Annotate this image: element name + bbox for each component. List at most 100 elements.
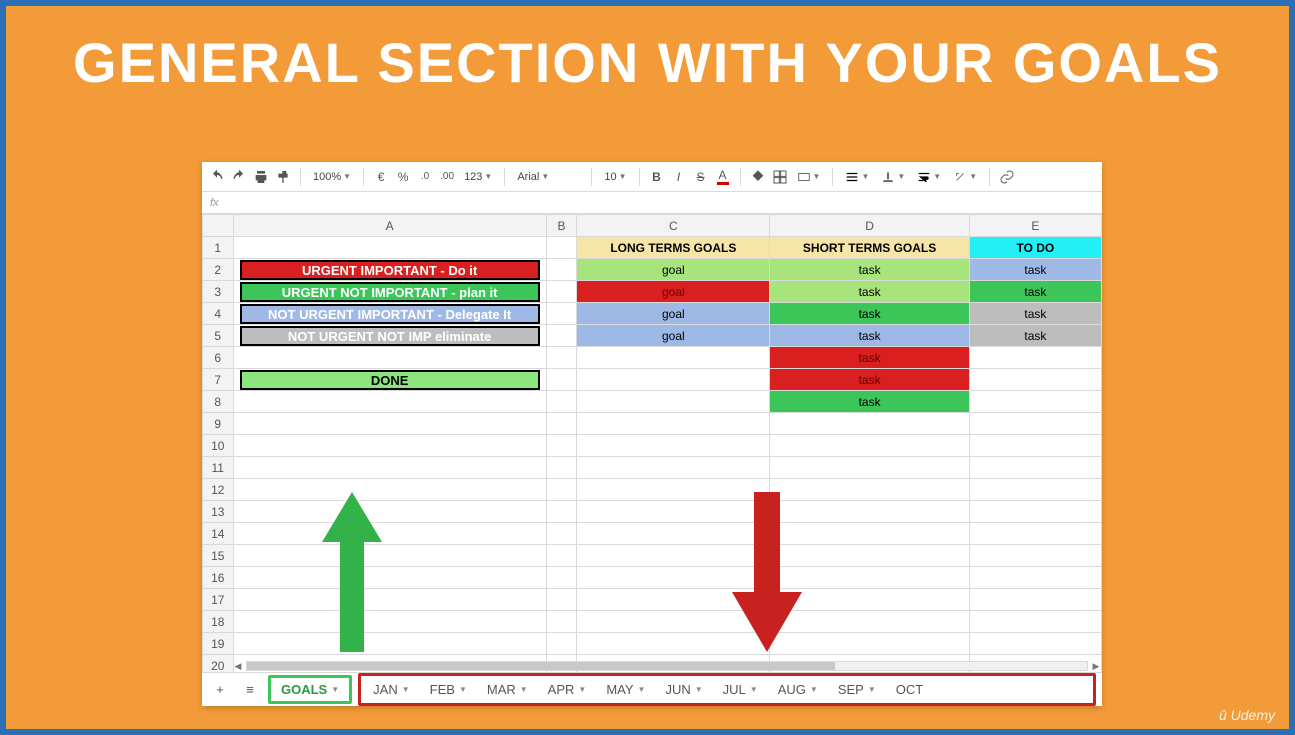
undo-icon[interactable]: [208, 168, 226, 186]
row-header[interactable]: 20: [203, 655, 234, 673]
toolbar: 100%▼ € % .0 .00 123▼ Arial▼ 10▼ B I S A…: [202, 162, 1102, 192]
zoom-dropdown[interactable]: 100%▼: [309, 171, 355, 183]
currency-icon[interactable]: €: [372, 168, 390, 186]
sheet-tab-feb[interactable]: FEB▼: [420, 678, 477, 701]
font-size-dropdown[interactable]: 10▼: [600, 171, 630, 183]
link-icon[interactable]: [998, 168, 1016, 186]
cell[interactable]: goal: [577, 303, 770, 325]
row-header[interactable]: 7: [203, 369, 234, 391]
cell[interactable]: goal: [577, 259, 770, 281]
row-header[interactable]: 5: [203, 325, 234, 347]
cell[interactable]: NOT URGENT IMPORTANT - Delegate It: [233, 303, 546, 325]
percent-icon[interactable]: %: [394, 168, 412, 186]
row-header[interactable]: 9: [203, 413, 234, 435]
legend-not-urgent-not-important: NOT URGENT NOT IMP eliminate: [240, 326, 540, 346]
sheet-tab-jul[interactable]: JUL▼: [713, 678, 768, 701]
row-header[interactable]: 4: [203, 303, 234, 325]
all-sheets-button[interactable]: ≡: [238, 678, 262, 702]
cell[interactable]: SHORT TERMS GOALS: [770, 237, 969, 259]
merge-cells-dropdown[interactable]: ▼: [793, 170, 825, 184]
fill-color-icon[interactable]: [749, 168, 767, 186]
sheet-tab-may[interactable]: MAY▼: [596, 678, 655, 701]
text-color-icon[interactable]: A: [714, 168, 732, 186]
strike-icon[interactable]: S: [692, 168, 710, 186]
sheet-tab-apr[interactable]: APR▼: [538, 678, 597, 701]
sheet-tab-bar: + ≡ GOALS▼ JAN▼ FEB▼ MAR▼ APR▼ MAY▼ JUN▼…: [202, 672, 1102, 706]
row-header[interactable]: 8: [203, 391, 234, 413]
redo-icon[interactable]: [230, 168, 248, 186]
red-down-arrow-icon: [732, 492, 802, 652]
cell[interactable]: task: [969, 281, 1101, 303]
add-sheet-button[interactable]: +: [208, 678, 232, 702]
formula-bar[interactable]: fx: [202, 192, 1102, 214]
cell[interactable]: task: [770, 325, 969, 347]
horizontal-scrollbar[interactable]: ◀▶: [232, 660, 1102, 672]
sheet-tab-goals[interactable]: GOALS▼: [268, 675, 352, 704]
row-header[interactable]: 14: [203, 523, 234, 545]
cell[interactable]: task: [770, 369, 969, 391]
spreadsheet-window: 100%▼ € % .0 .00 123▼ Arial▼ 10▼ B I S A…: [202, 162, 1102, 706]
cell[interactable]: task: [770, 391, 969, 413]
col-header-b[interactable]: B: [546, 215, 577, 237]
legend-urgent-important: URGENT IMPORTANT - Do it: [240, 260, 540, 280]
italic-icon[interactable]: I: [670, 168, 688, 186]
cell[interactable]: task: [770, 303, 969, 325]
cell[interactable]: task: [969, 303, 1101, 325]
cell[interactable]: task: [770, 259, 969, 281]
h-align-dropdown[interactable]: ▼: [841, 170, 873, 184]
cell[interactable]: task: [969, 259, 1101, 281]
sheet-tab-oct[interactable]: OCT: [886, 678, 933, 701]
cell[interactable]: task: [770, 347, 969, 369]
row-header[interactable]: 16: [203, 567, 234, 589]
separator: [989, 168, 990, 186]
row-header[interactable]: 1: [203, 237, 234, 259]
cell[interactable]: NOT URGENT NOT IMP eliminate: [233, 325, 546, 347]
cell[interactable]: goal: [577, 325, 770, 347]
row-header[interactable]: 15: [203, 545, 234, 567]
row-header[interactable]: 17: [203, 589, 234, 611]
cell[interactable]: TO DO: [969, 237, 1101, 259]
row-header[interactable]: 12: [203, 479, 234, 501]
row-header[interactable]: 18: [203, 611, 234, 633]
row-header[interactable]: 10: [203, 435, 234, 457]
rotate-dropdown[interactable]: ▼: [949, 170, 981, 184]
v-align-dropdown[interactable]: ▼: [877, 170, 909, 184]
cell[interactable]: URGENT NOT IMPORTANT - plan it: [233, 281, 546, 303]
bold-icon[interactable]: B: [648, 168, 666, 186]
separator: [300, 168, 301, 186]
cell[interactable]: goal: [577, 281, 770, 303]
sheet-tab-mar[interactable]: MAR▼: [477, 678, 538, 701]
col-header-d[interactable]: D: [770, 215, 969, 237]
cell[interactable]: URGENT IMPORTANT - Do it: [233, 259, 546, 281]
sheet-tab-sep[interactable]: SEP▼: [828, 678, 886, 701]
sheet-tab-aug[interactable]: AUG▼: [768, 678, 828, 701]
col-header-e[interactable]: E: [969, 215, 1101, 237]
font-dropdown[interactable]: Arial▼: [513, 171, 583, 183]
sheet-tab-jun[interactable]: JUN▼: [655, 678, 712, 701]
watermark: û Udemy: [1219, 707, 1275, 723]
row-header[interactable]: 6: [203, 347, 234, 369]
green-up-arrow-icon: [322, 492, 382, 652]
column-headers: A B C D E: [203, 215, 1102, 237]
row-header[interactable]: 2: [203, 259, 234, 281]
cell[interactable]: LONG TERMS GOALS: [577, 237, 770, 259]
number-format-dropdown[interactable]: 123▼: [460, 171, 496, 183]
row-header[interactable]: 3: [203, 281, 234, 303]
cell[interactable]: DONE: [233, 369, 546, 391]
row-header[interactable]: 11: [203, 457, 234, 479]
cell[interactable]: task: [770, 281, 969, 303]
slide-title: GENERAL SECTION WITH YOUR GOALS: [6, 30, 1289, 95]
print-icon[interactable]: [252, 168, 270, 186]
separator: [591, 168, 592, 186]
paint-format-icon[interactable]: [274, 168, 292, 186]
col-header-c[interactable]: C: [577, 215, 770, 237]
borders-icon[interactable]: [771, 168, 789, 186]
dec-decimal-icon[interactable]: .0: [416, 168, 434, 186]
sheet-tab-jan[interactable]: JAN▼: [363, 678, 419, 701]
wrap-dropdown[interactable]: ▼: [913, 170, 945, 184]
row-header[interactable]: 19: [203, 633, 234, 655]
row-header[interactable]: 13: [203, 501, 234, 523]
cell[interactable]: task: [969, 325, 1101, 347]
inc-decimal-icon[interactable]: .00: [438, 168, 456, 186]
col-header-a[interactable]: A: [233, 215, 546, 237]
